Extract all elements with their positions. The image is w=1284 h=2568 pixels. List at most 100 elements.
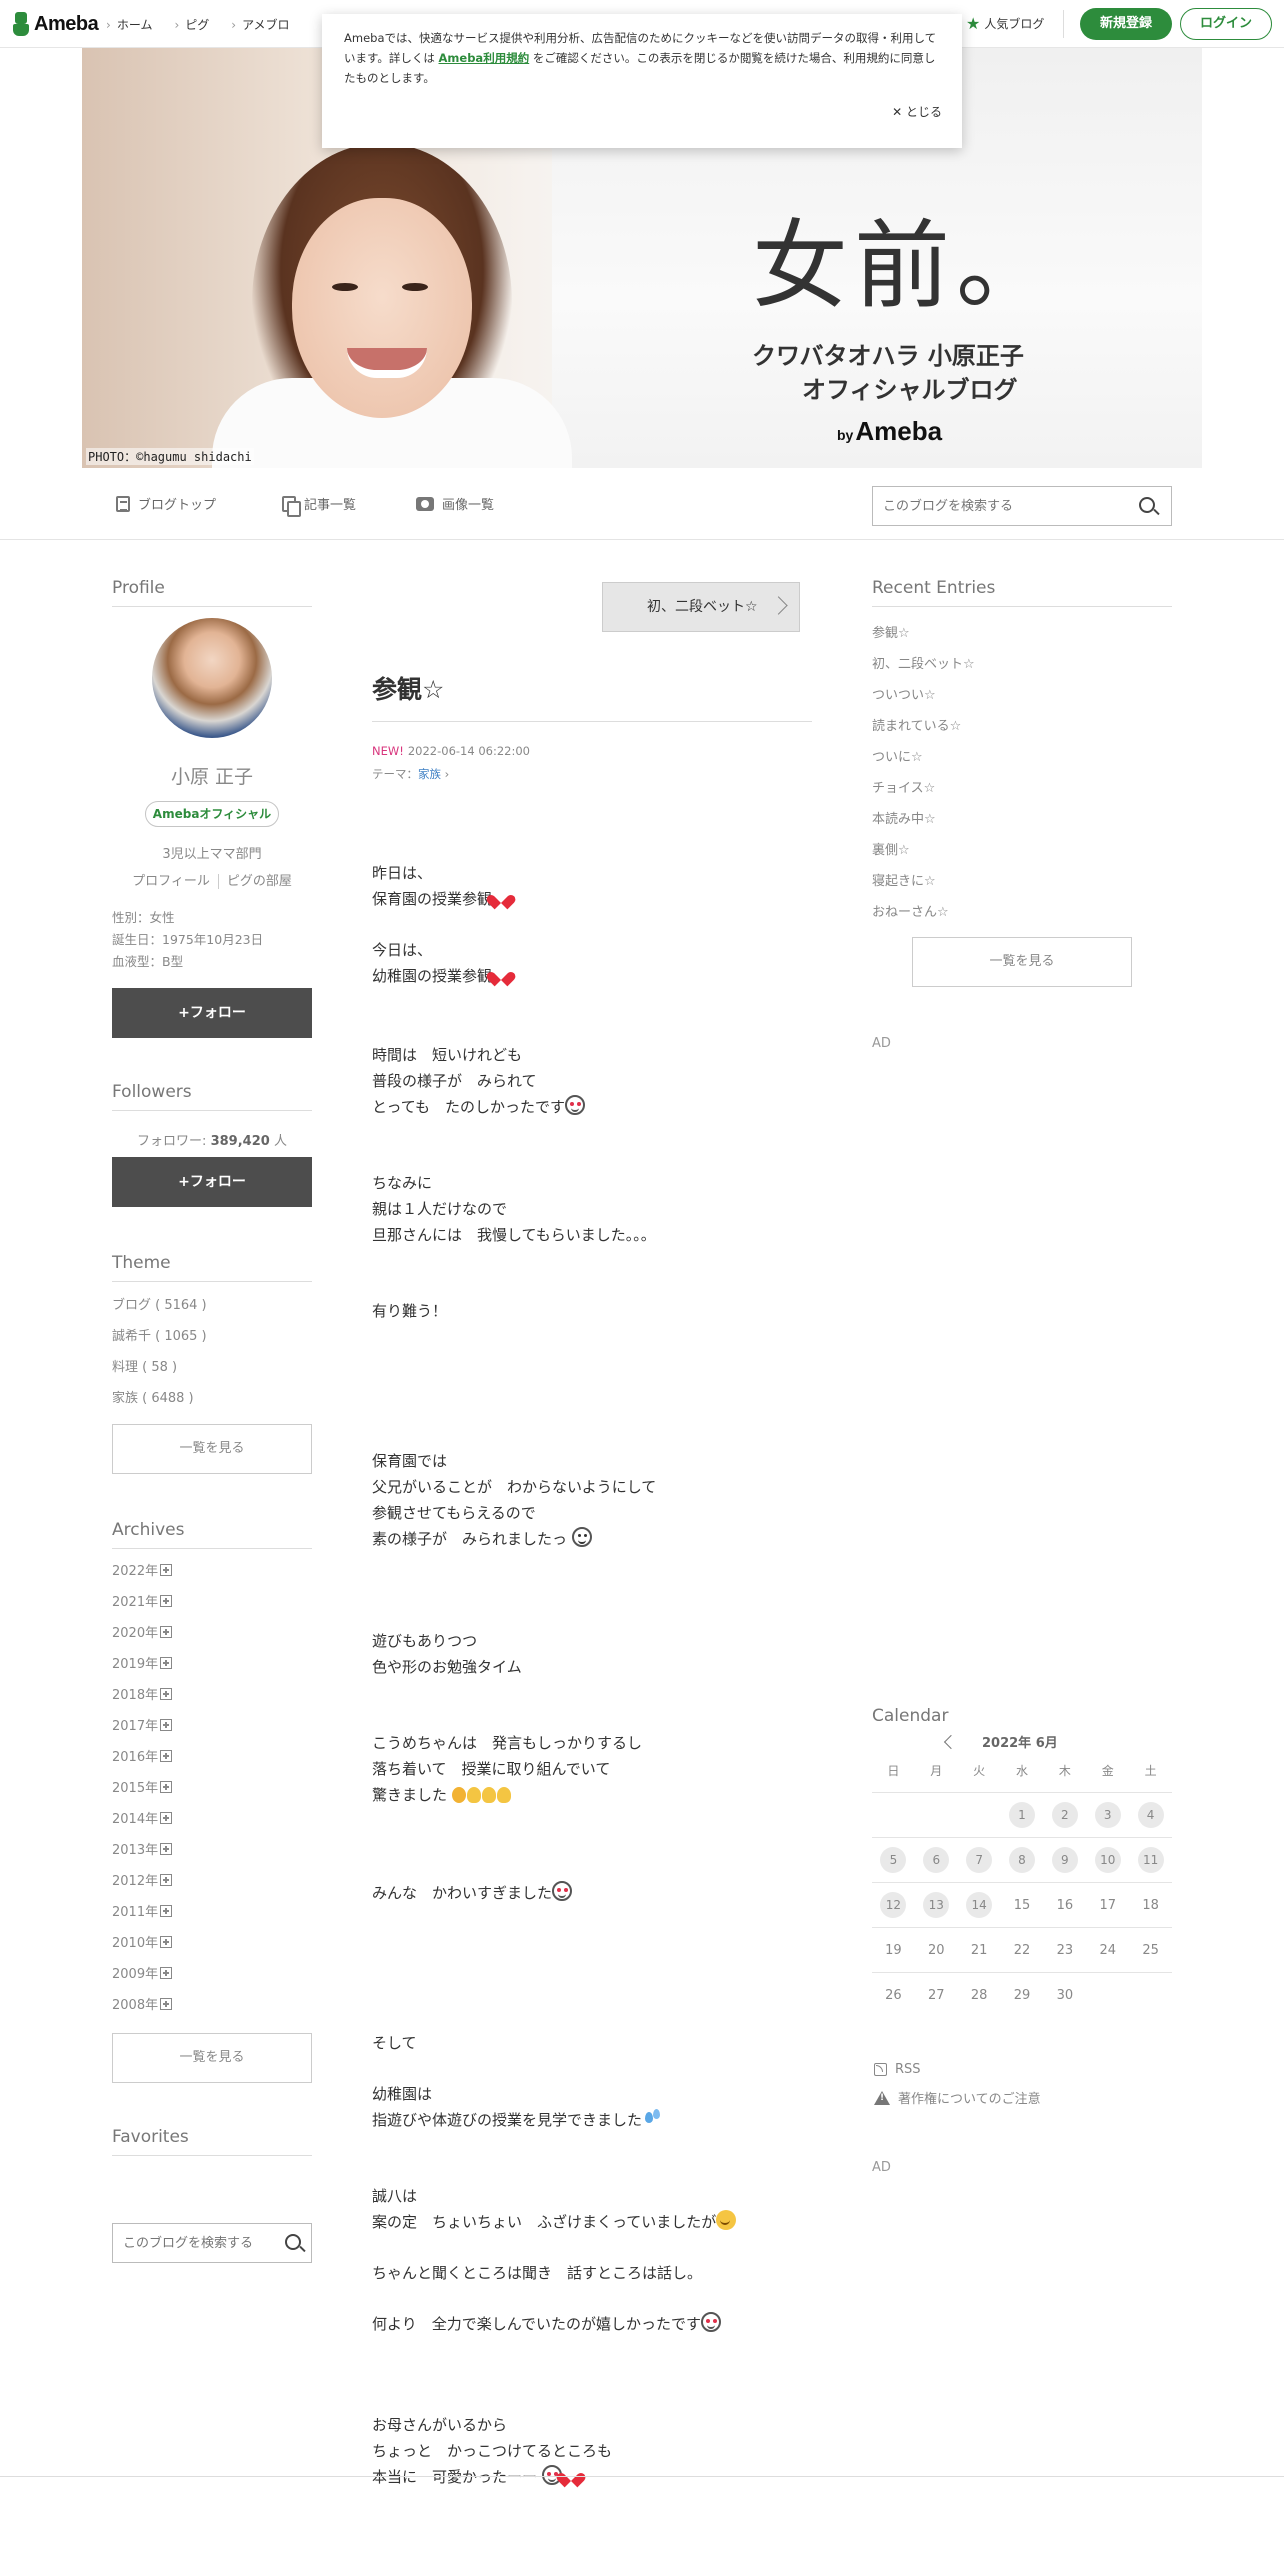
follow-button-2[interactable]: +フォロー <box>112 1157 312 1207</box>
calendar-day[interactable]: 4 <box>1129 1802 1172 1828</box>
calendar-prev-icon[interactable] <box>943 1734 959 1750</box>
theme-item[interactable]: ブログ ( 5164 ) <box>112 1290 207 1321</box>
prev-entry-button[interactable]: 初、二段ベット☆ <box>602 582 800 632</box>
archive-item[interactable]: 2012年 <box>112 1866 173 1897</box>
calendar-day[interactable]: 8 <box>1001 1847 1044 1873</box>
profile-link[interactable]: プロフィール <box>132 874 210 889</box>
followers-heading: Followers <box>112 1082 312 1111</box>
archive-item[interactable]: 2014年 <box>112 1804 173 1835</box>
calendar-day[interactable]: 7 <box>958 1847 1001 1873</box>
calendar-day[interactable]: 9 <box>1043 1847 1086 1873</box>
calendar-day[interactable]: 3 <box>1086 1802 1129 1828</box>
calendar-day-number: 20 <box>928 1942 945 1958</box>
nav-ameblo[interactable]: アメブロ <box>231 16 289 33</box>
hearts-emoji <box>562 2465 588 2485</box>
calendar-day[interactable]: 5 <box>872 1847 915 1873</box>
nav-home[interactable]: ホーム <box>106 16 153 33</box>
blog-search-box <box>872 486 1172 526</box>
calendar-day[interactable]: 1 <box>1001 1802 1044 1828</box>
recent-entry[interactable]: 初、二段ベット☆ <box>872 649 975 680</box>
login-button[interactable]: ログイン <box>1180 8 1272 40</box>
archive-item[interactable]: 2020年 <box>112 1618 173 1649</box>
menu-entry-list-label: 記事一覧 <box>304 498 357 513</box>
blog-subtitle-official: オフィシャルブログ <box>802 375 1018 404</box>
recent-entry[interactable]: ついつい☆ <box>872 680 975 711</box>
calendar-day-number: 12 <box>880 1892 907 1918</box>
follow-button[interactable]: +フォロー <box>112 988 312 1038</box>
calendar-day-number: 8 <box>1009 1847 1035 1873</box>
calendar-day-number: 13 <box>923 1892 950 1918</box>
archive-item[interactable]: 2008年 <box>112 1990 173 2021</box>
archive-item[interactable]: 2009年 <box>112 1959 173 1990</box>
pigg-room-link[interactable]: ピグの部屋 <box>217 874 292 889</box>
archive-item[interactable]: 2016年 <box>112 1742 173 1773</box>
archive-item[interactable]: 2022年 <box>112 1556 173 1587</box>
hearts-emoji <box>492 887 518 907</box>
recent-entry[interactable]: 寝起きに☆ <box>872 866 975 897</box>
recent-entry[interactable]: 参観☆ <box>872 618 975 649</box>
recent-entry[interactable]: 本読み中☆ <box>872 804 975 835</box>
cookie-close-button[interactable]: ✕ とじる <box>892 102 942 122</box>
archive-item[interactable]: 2011年 <box>112 1897 173 1928</box>
ameba-logo[interactable]: Ameba <box>12 12 99 36</box>
popular-blog-link[interactable]: ★ 人気ブログ <box>966 15 1044 32</box>
blog-search-input[interactable] <box>873 487 1103 525</box>
archives-more-button[interactable]: 一覧を見る <box>112 2033 312 2083</box>
copy-icon <box>282 495 301 517</box>
expand-icon <box>160 1967 173 1979</box>
theme-item[interactable]: 誠希千 ( 1065 ) <box>112 1321 207 1352</box>
follower-count[interactable]: フォロワー: 389,420 人 <box>112 1130 312 1149</box>
archive-item[interactable]: 2019年 <box>112 1649 173 1680</box>
theme-item[interactable]: 家族 ( 6488 ) <box>112 1383 207 1414</box>
calendar-day[interactable]: 2 <box>1043 1802 1086 1828</box>
archive-item[interactable]: 2018年 <box>112 1680 173 1711</box>
copyright-notice-link[interactable]: 著作権についてのご注意 <box>874 2088 1041 2107</box>
calendar-week: 12 13 14 15 16 17 18 <box>872 1882 1172 1927</box>
recent-entry[interactable]: 裏側☆ <box>872 835 975 866</box>
nav-pigg[interactable]: ピグ <box>174 16 209 33</box>
calendar-day[interactable]: 12 <box>872 1892 915 1918</box>
profile-name[interactable]: 小原 正子 <box>112 762 312 789</box>
search-icon[interactable] <box>285 2234 301 2250</box>
search-icon[interactable] <box>1139 497 1155 513</box>
recent-entry[interactable]: チョイス☆ <box>872 773 975 804</box>
calendar-day[interactable]: 13 <box>915 1892 958 1918</box>
sidebar-search-input[interactable] <box>113 2224 273 2262</box>
archive-item[interactable]: 2021年 <box>112 1587 173 1618</box>
menu-blog-top[interactable]: ブログトップ <box>116 494 216 513</box>
calendar-day-number: 21 <box>970 1942 988 1958</box>
theme-item[interactable]: 料理 ( 58 ) <box>112 1352 207 1383</box>
profile-category[interactable]: 3児以上ママ部門 <box>112 843 312 862</box>
calendar-day[interactable]: 11 <box>1129 1847 1172 1873</box>
calendar-week: 19 20 21 22 23 24 25 <box>872 1927 1172 1972</box>
avatar[interactable] <box>152 618 272 738</box>
calendar-day: 29 <box>1001 1988 1044 2003</box>
rss-link[interactable]: RSS <box>874 2062 921 2077</box>
recent-entry[interactable]: ついに☆ <box>872 742 975 773</box>
calendar-day[interactable]: 14 <box>958 1892 1001 1918</box>
global-nav: ホーム ピグ アメブロ <box>106 16 290 33</box>
recent-entry[interactable]: 読まれている☆ <box>872 711 975 742</box>
article-title[interactable]: 参観☆ <box>372 670 444 706</box>
calendar-day-number: 28 <box>970 1987 988 2003</box>
footer-divider <box>0 2476 1284 2477</box>
theme-more-button[interactable]: 一覧を見る <box>112 1424 312 1474</box>
sidebar-search-box <box>112 2223 312 2263</box>
menu-image-list[interactable]: 画像一覧 <box>416 494 494 513</box>
calendar-day[interactable]: 10 <box>1086 1847 1129 1873</box>
official-badge[interactable]: Amebaオフィシャル <box>145 801 279 827</box>
heart-eyes-emoji <box>565 1095 586 1115</box>
archive-item[interactable]: 2017年 <box>112 1711 173 1742</box>
recent-more-button[interactable]: 一覧を見る <box>912 937 1132 987</box>
theme-link[interactable]: 家族 <box>418 767 441 781</box>
archive-item[interactable]: 2013年 <box>112 1835 173 1866</box>
terms-link[interactable]: Ameba利用規約 <box>439 51 530 65</box>
archive-item[interactable]: 2015年 <box>112 1773 173 1804</box>
calendar-day-number: 16 <box>1056 1897 1074 1913</box>
recent-entry[interactable]: おねーさん☆ <box>872 897 975 928</box>
menu-entry-list[interactable]: 記事一覧 <box>282 494 357 517</box>
calendar-day: 22 <box>1001 1943 1044 1958</box>
signup-button[interactable]: 新規登録 <box>1080 8 1172 40</box>
calendar-day[interactable]: 6 <box>915 1847 958 1873</box>
archive-item[interactable]: 2010年 <box>112 1928 173 1959</box>
